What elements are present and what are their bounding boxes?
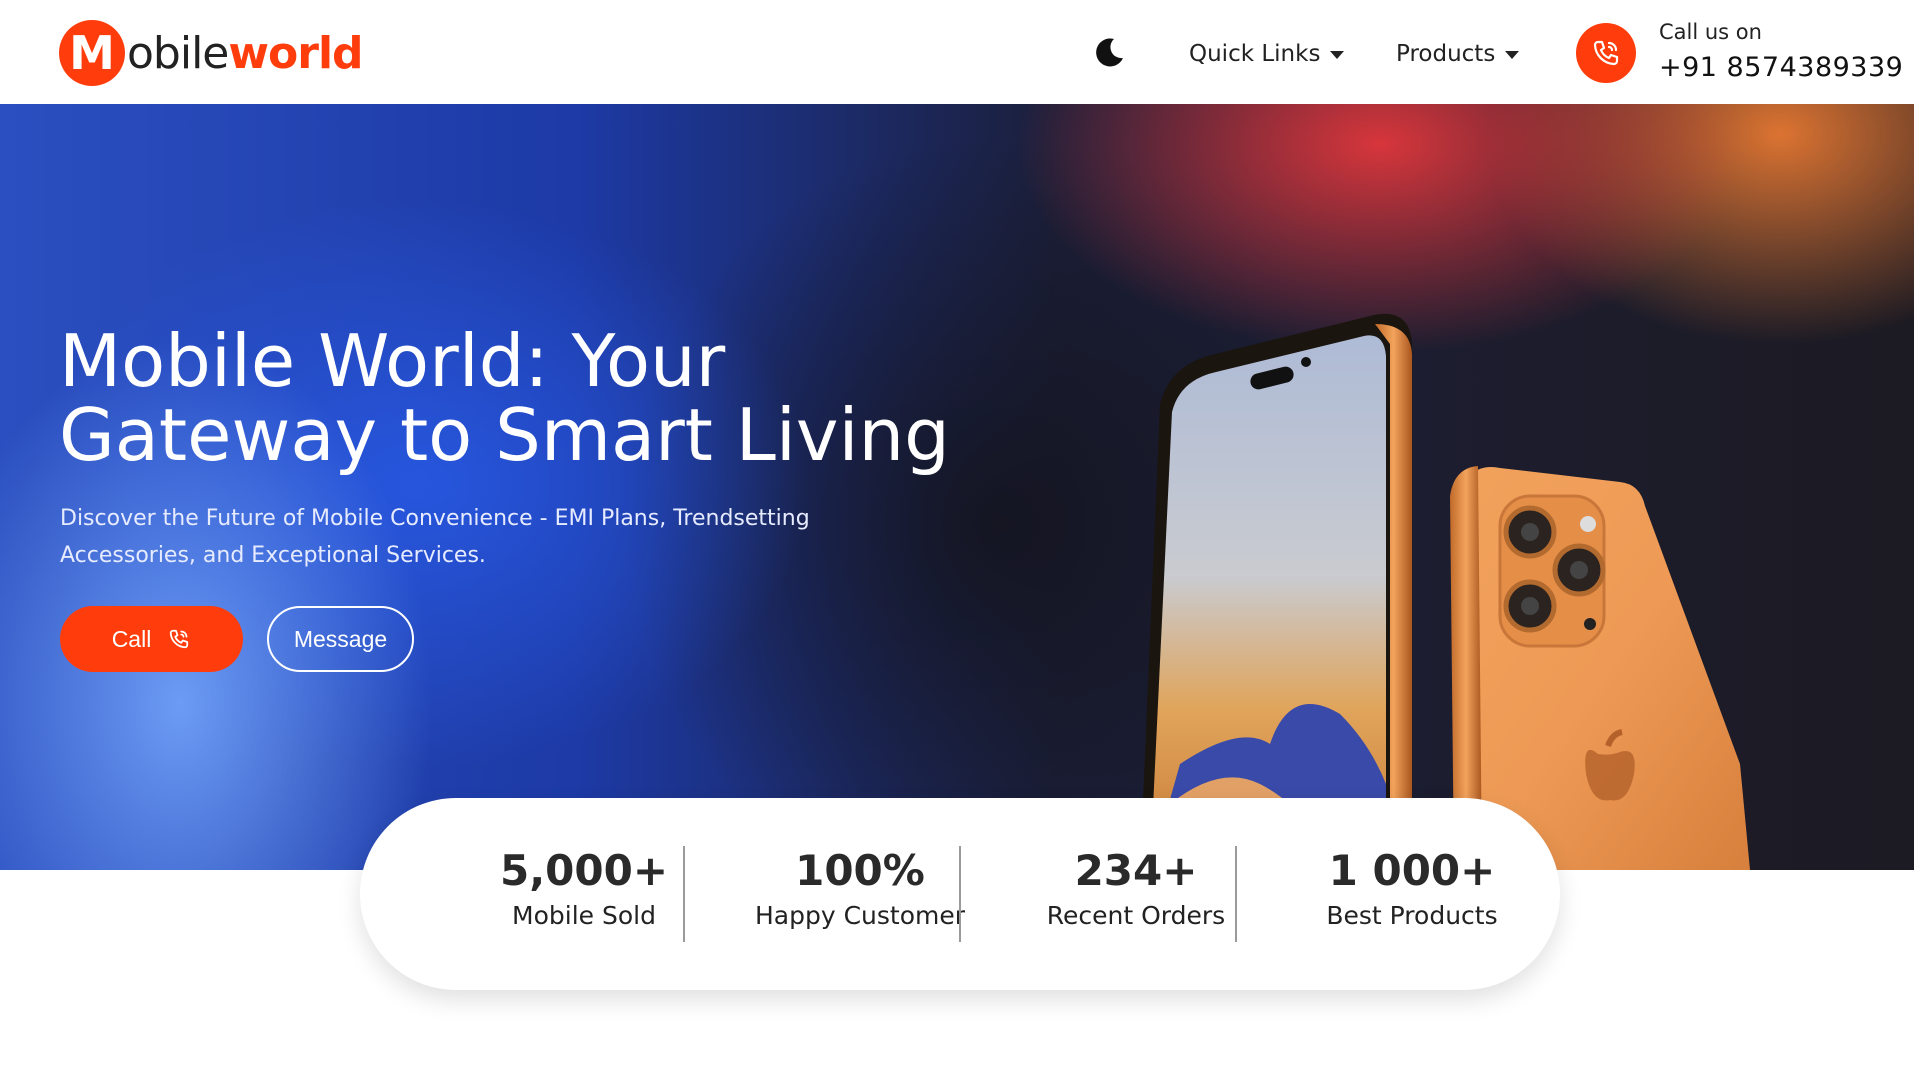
caret-down-icon (1505, 51, 1520, 59)
stat-label: Recent Orders (1046, 901, 1226, 930)
stat-mobile-sold: 5,000+ Mobile Sold (446, 846, 722, 934)
call-button[interactable]: Call (60, 606, 243, 672)
message-button-label: Message (293, 625, 388, 652)
nav-products-label: Products (1396, 41, 1496, 67)
stat-divider (1235, 846, 1237, 942)
logo-text-part2: world (228, 27, 363, 79)
stat-value: 100% (795, 846, 925, 895)
stat-value: 1 000+ (1328, 846, 1496, 895)
logo-text: obileworld (127, 27, 364, 79)
call-us-label: Call us on (1659, 20, 1762, 44)
phone-icon (1593, 40, 1619, 66)
nav-products[interactable]: Products (1396, 36, 1520, 72)
call-button-label: Call (111, 625, 152, 652)
stats-card: 5,000+ Mobile Sold 100% Happy Customer 2… (360, 798, 1560, 990)
stat-value: 234+ (1074, 846, 1198, 895)
message-button[interactable]: Message (267, 606, 414, 672)
logo[interactable]: M obileworld (59, 20, 364, 86)
hero-title-line2: Gateway to Smart Living (59, 393, 950, 477)
hero-title: Mobile World: Your Gateway to Smart Livi… (59, 324, 959, 472)
caret-down-icon (1330, 51, 1345, 59)
stat-label: Best Products (1326, 901, 1498, 930)
stat-divider (959, 846, 961, 942)
stat-divider (683, 846, 685, 942)
header-call-button[interactable] (1576, 23, 1636, 83)
nav-quick-links[interactable]: Quick Links (1189, 36, 1345, 72)
stat-label: Happy Customer (754, 901, 966, 930)
hero-phones-image (1140, 313, 1750, 870)
stat-happy-customer: 100% Happy Customer (722, 846, 998, 934)
hero-title-line1: Mobile World: Your (59, 319, 726, 403)
site-header: M obileworld Quick Links Products Call u… (0, 0, 1914, 104)
call-us-number[interactable]: +91 8574389339 (1659, 52, 1903, 83)
stat-best-products: 1 000+ Best Products (1274, 846, 1550, 934)
nav-quick-links-label: Quick Links (1189, 41, 1321, 67)
logo-text-part1: obile (127, 27, 229, 79)
moon-icon[interactable] (1094, 36, 1126, 68)
stat-recent-orders: 234+ Recent Orders (998, 846, 1274, 934)
hero-banner: Mobile World: Your Gateway to Smart Livi… (0, 104, 1914, 870)
stat-value: 5,000+ (499, 846, 669, 895)
logo-badge: M (59, 20, 125, 86)
hero-subtitle: Discover the Future of Mobile Convenienc… (60, 506, 810, 568)
phone-icon (170, 629, 189, 649)
stat-label: Mobile Sold (512, 901, 656, 930)
